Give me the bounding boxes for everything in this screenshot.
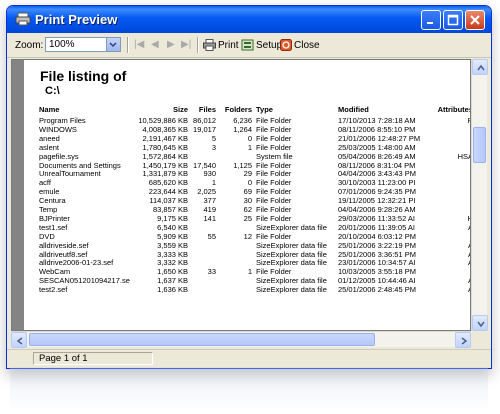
page-indicator: Page 1 of 1 — [33, 352, 153, 365]
scroll-right-button[interactable] — [455, 332, 471, 348]
horizontal-scroll-thumb[interactable] — [29, 333, 375, 346]
chevron-down-icon — [477, 321, 485, 328]
maximize-button[interactable] — [443, 10, 463, 30]
cell-folders: 29 — [243, 169, 252, 179]
cell-attributes: HSA — [457, 151, 470, 161]
cell-folders: 12 — [243, 231, 252, 241]
zoom-label: Zoom: — [15, 40, 44, 51]
toolbar: Zoom: 100% |◀ ◀ ▶ ▶| Print Setup Close — [7, 33, 491, 58]
cell-attributes: R — [430, 116, 470, 126]
window-reflection — [10, 367, 488, 411]
cell-files: 3 — [211, 142, 216, 152]
cell-attributes: A — [430, 259, 470, 268]
minimize-icon — [427, 22, 433, 24]
chevron-right-icon — [461, 337, 468, 345]
print-button[interactable]: Print — [203, 37, 239, 53]
toolbar-separator — [127, 37, 129, 53]
chevron-down-icon[interactable] — [106, 38, 120, 51]
preview-page: File listing of C:\ Name Size Files Fold… — [24, 60, 471, 330]
zoom-value: 100% — [49, 39, 75, 50]
print-preview-icon — [15, 12, 31, 26]
cell-attributes: A — [430, 285, 470, 295]
cell-folders: 1,264 — [233, 124, 252, 134]
page-setup-icon — [241, 39, 254, 51]
preview-area[interactable]: File listing of C:\ Name Size Files Fold… — [11, 59, 471, 331]
cell-files: 55 — [207, 231, 216, 241]
close-label: Close — [294, 39, 320, 51]
table-row: test2.sef 1,636 KB SizeExplorer data file 2… — [24, 285, 470, 295]
cell-attributes: H — [430, 214, 470, 224]
column-header-type: Type — [256, 105, 273, 114]
cell-files: 33 — [207, 267, 216, 277]
maximize-icon — [447, 14, 459, 26]
page-title: File listing of — [40, 68, 127, 84]
window-title: Print Preview — [35, 12, 118, 27]
toolbar-separator — [197, 37, 199, 53]
scroll-left-button[interactable] — [11, 332, 27, 348]
close-window-button[interactable] — [465, 10, 485, 30]
cell-attributes: A — [430, 241, 470, 251]
cell-size: 1,636 KB — [157, 285, 188, 295]
scroll-up-button[interactable] — [472, 59, 488, 75]
page-path: C:\ — [45, 85, 60, 97]
status-bar: Page 1 of 1 — [7, 349, 491, 368]
close-icon — [470, 15, 480, 25]
column-header-size: Size — [172, 105, 188, 114]
chevron-left-icon — [16, 337, 23, 345]
close-preview-button[interactable]: Close — [280, 37, 320, 53]
column-header-folders: Folders — [224, 105, 252, 114]
cell-modified: 25/01/2006 2:48:45 PM — [338, 285, 416, 295]
column-header-modified: Modified — [338, 105, 369, 114]
next-page-button[interactable]: ▶ — [167, 39, 175, 50]
printer-icon — [203, 39, 216, 51]
cell-folders: 25 — [243, 213, 252, 223]
cell-folders: 1 — [247, 142, 252, 152]
previous-page-button[interactable]: ◀ — [151, 39, 159, 50]
cell-name: test2.sef — [39, 285, 68, 295]
scroll-down-button[interactable] — [472, 315, 488, 331]
setup-button[interactable]: Setup — [241, 37, 282, 53]
vertical-scroll-thumb[interactable] — [473, 127, 486, 163]
cell-attributes: A — [430, 250, 470, 260]
minimize-button[interactable] — [421, 10, 441, 30]
column-header-name: Name — [39, 105, 60, 114]
first-page-button[interactable]: |◀ — [134, 39, 144, 50]
print-label: Print — [218, 39, 239, 51]
column-header-attributes: Attributes — [437, 105, 471, 114]
cell-folders: 1 — [247, 267, 252, 277]
column-header-files: Files — [198, 105, 216, 114]
chevron-up-icon — [477, 64, 485, 71]
horizontal-scrollbar[interactable] — [11, 331, 471, 348]
zoom-select[interactable]: 100% — [45, 37, 121, 52]
setup-label: Setup — [256, 39, 283, 51]
title-bar[interactable]: Print Preview — [7, 6, 491, 33]
cell-folders: 0 — [247, 133, 252, 143]
cell-files: 141 — [203, 213, 216, 223]
close-icon — [280, 39, 292, 51]
vertical-scrollbar[interactable] — [471, 59, 488, 331]
cell-type: SizeExplorer data file — [256, 285, 327, 295]
table-header: Name Size Files Folders Type Modified At… — [24, 105, 471, 116]
scrollbar-corner — [471, 331, 487, 347]
last-page-button[interactable]: ▶| — [181, 39, 191, 50]
print-preview-window: Print Preview Zoom: 100% |◀ ◀ ▶ ▶| Print… — [6, 5, 492, 369]
cell-attributes: A — [430, 276, 470, 286]
cell-attributes: A — [430, 223, 470, 233]
